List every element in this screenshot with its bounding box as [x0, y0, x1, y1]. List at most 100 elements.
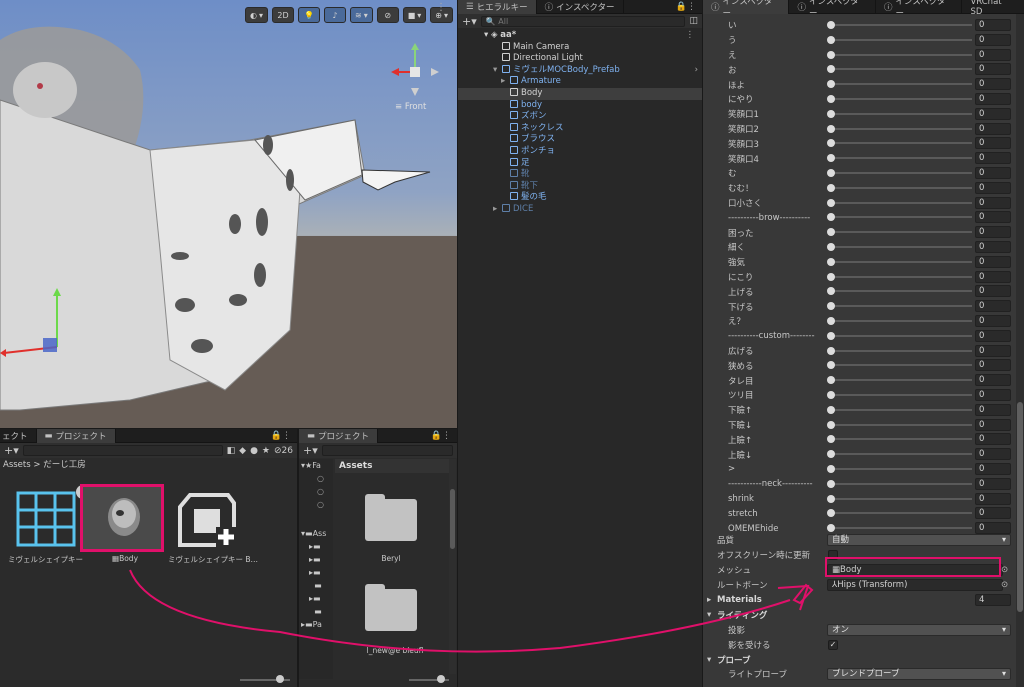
- blendshape-slider[interactable]: [832, 246, 972, 248]
- slider-knob[interactable]: [827, 228, 835, 237]
- view-label[interactable]: ≡ Front: [395, 102, 426, 112]
- blendshape-slider[interactable]: [832, 83, 972, 86]
- blendshape-slider[interactable]: [832, 527, 972, 530]
- hierarchy-item[interactable]: ネックレス: [458, 122, 702, 135]
- blendshape-slider[interactable]: [832, 127, 972, 130]
- blendshape-slider[interactable]: [832, 349, 972, 352]
- scroll-thumb[interactable]: [450, 489, 455, 549]
- zoom-slider-knob[interactable]: [437, 675, 445, 683]
- slider-knob[interactable]: [827, 509, 835, 518]
- blendshape-value-field[interactable]: 0: [975, 19, 1011, 31]
- slider-knob[interactable]: [827, 183, 835, 192]
- breadcrumb-folder[interactable]: だーじ工房: [43, 460, 86, 470]
- blendshape-value-field[interactable]: 0: [975, 152, 1011, 165]
- inspector-scrollbar[interactable]: [1016, 14, 1024, 687]
- tab-project-2[interactable]: ▬ プロジェクト: [299, 428, 379, 443]
- camera-button[interactable]: ■ ▾: [402, 7, 427, 23]
- hierarchy-search-input[interactable]: 🔍 All: [480, 15, 686, 27]
- blendshape-slider[interactable]: [832, 24, 972, 26]
- slider-knob[interactable]: [827, 169, 835, 177]
- tab-inspector-2[interactable]: ⓘ インスペクター: [789, 0, 876, 19]
- blendshape-value-field[interactable]: 0: [975, 389, 1011, 401]
- slider-knob[interactable]: [827, 124, 835, 133]
- blendshape-slider[interactable]: [832, 290, 972, 293]
- blendshape-value-field[interactable]: 0: [975, 359, 1011, 372]
- blendshape-slider[interactable]: [832, 453, 972, 456]
- hierarchy-item[interactable]: Directional Light: [458, 53, 702, 65]
- slider-knob[interactable]: [827, 35, 835, 44]
- slider-knob[interactable]: [827, 272, 835, 281]
- tree-packages[interactable]: ▸▬Pa: [299, 618, 333, 631]
- slider-knob[interactable]: [827, 331, 835, 340]
- blendshape-value-field[interactable]: 0: [975, 33, 1011, 46]
- blendshape-slider[interactable]: [832, 468, 972, 470]
- blendshape-slider[interactable]: [832, 53, 972, 56]
- slider-knob[interactable]: [827, 435, 835, 444]
- draw-mode-button[interactable]: ◐ ▾: [244, 7, 268, 23]
- slider-knob[interactable]: [827, 243, 835, 251]
- blendshape-slider[interactable]: [832, 334, 972, 337]
- tab-project[interactable]: ▬ プロジェクト: [36, 428, 116, 443]
- blendshape-value-field[interactable]: 0: [975, 226, 1011, 239]
- blendshape-slider[interactable]: [832, 275, 972, 278]
- blendshape-value-field[interactable]: 0: [975, 448, 1011, 461]
- hierarchy-item[interactable]: 足: [458, 157, 702, 170]
- info-icon[interactable]: ●: [250, 446, 258, 456]
- filter-type-icon[interactable]: ◧: [227, 446, 236, 456]
- audio-toggle-button[interactable]: ♪: [323, 7, 346, 23]
- add-icon[interactable]: +▾: [462, 15, 477, 28]
- blendshape-slider[interactable]: [832, 186, 972, 189]
- blendshape-value-field[interactable]: 0: [975, 315, 1011, 327]
- blendshape-value-field[interactable]: 0: [975, 211, 1011, 224]
- toggle-2d-button[interactable]: 2D: [271, 7, 294, 23]
- blendshape-slider[interactable]: [832, 423, 972, 426]
- scene-visibility-icon[interactable]: ◫: [689, 16, 698, 26]
- blendshape-slider[interactable]: [832, 320, 972, 322]
- blendshape-value-field[interactable]: 0: [975, 285, 1011, 298]
- slider-knob[interactable]: [827, 524, 835, 533]
- slider-knob[interactable]: [827, 391, 835, 399]
- blendshape-value-field[interactable]: 0: [975, 181, 1011, 194]
- blendshape-slider[interactable]: [832, 408, 972, 411]
- blendshape-slider[interactable]: [832, 231, 972, 234]
- scene-menu-icon[interactable]: ⋮: [686, 30, 695, 42]
- tree-folder[interactable]: ▸▬: [299, 592, 333, 605]
- tree-folder[interactable]: ▸▬: [299, 566, 333, 579]
- blendshape-slider[interactable]: [832, 305, 972, 308]
- slider-knob[interactable]: [827, 21, 835, 29]
- slider-knob[interactable]: [827, 213, 835, 222]
- slider-knob[interactable]: [827, 465, 835, 473]
- blendshape-value-field[interactable]: 0: [975, 433, 1011, 446]
- tree-folder[interactable]: ▬: [299, 605, 333, 618]
- slider-knob[interactable]: [827, 95, 835, 103]
- asset-tile-shapekey[interactable]: [12, 489, 78, 554]
- lock-icon[interactable]: 🔒⋮: [431, 431, 457, 441]
- blendshape-value-field[interactable]: 0: [975, 122, 1011, 135]
- hidden-objects-button[interactable]: ⊘: [376, 7, 399, 23]
- hierarchy-item[interactable]: ▸ DICE: [458, 203, 702, 216]
- blendshape-value-field[interactable]: 0: [975, 78, 1011, 91]
- blendshape-slider[interactable]: [832, 512, 972, 515]
- orientation-gizmo[interactable]: [385, 42, 445, 102]
- blendshape-value-field[interactable]: 0: [975, 300, 1011, 313]
- hierarchy-item[interactable]: 靴: [458, 169, 702, 181]
- slider-knob[interactable]: [827, 287, 835, 296]
- effects-button[interactable]: ≋ ▾: [349, 7, 373, 23]
- blendshape-slider[interactable]: [832, 482, 972, 485]
- hierarchy-item[interactable]: 靴下: [458, 180, 702, 193]
- collapsed-arrow-icon[interactable]: ▸: [501, 76, 510, 88]
- blendshape-value-field[interactable]: 0: [975, 344, 1011, 357]
- blendshape-value-field[interactable]: 0: [975, 270, 1011, 283]
- blendshape-slider[interactable]: [832, 216, 972, 219]
- blendshape-value-field[interactable]: 0: [975, 255, 1011, 268]
- blendshape-value-field[interactable]: 0: [975, 418, 1011, 431]
- slider-knob[interactable]: [827, 494, 835, 503]
- hierarchy-item[interactable]: ズボン: [458, 111, 702, 123]
- slider-knob[interactable]: [827, 139, 835, 148]
- zoom-slider-knob[interactable]: [276, 675, 284, 683]
- asset-tile-prefab[interactable]: [172, 489, 238, 554]
- asset-tile-body-selected[interactable]: [80, 484, 164, 552]
- scene-view[interactable]: ◐ ▾ 2D 💡 ♪ ≋ ▾ ⊘ ■ ▾ ⊕ ▾ ⋮ ≡ Front: [0, 0, 457, 428]
- folder-icon[interactable]: [365, 494, 417, 541]
- open-prefab-icon[interactable]: ›: [695, 65, 698, 77]
